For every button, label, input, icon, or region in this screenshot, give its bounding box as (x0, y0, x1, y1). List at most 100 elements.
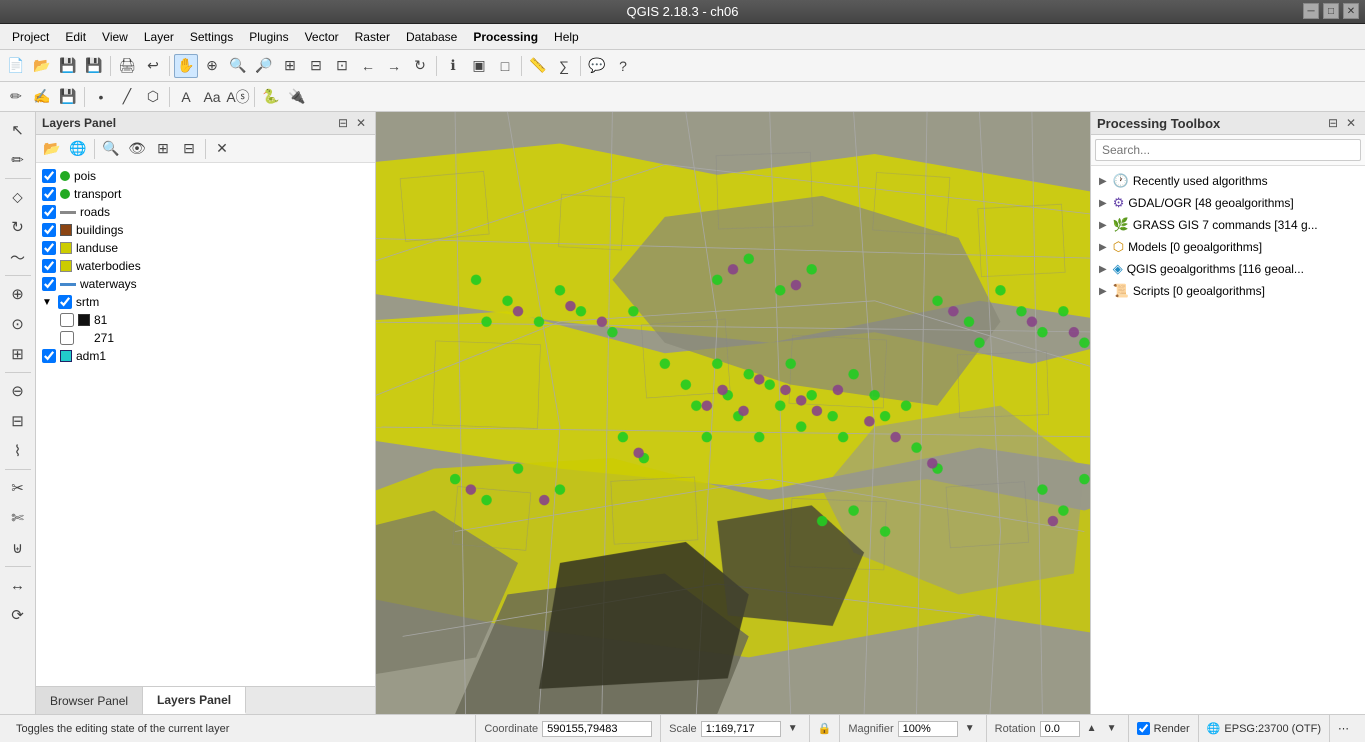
layer-item-pois[interactable]: pois (36, 167, 375, 185)
layer-item-buildings[interactable]: buildings (36, 221, 375, 239)
point-btn[interactable]: • (89, 85, 113, 109)
tab-layers[interactable]: Layers Panel (143, 687, 246, 714)
render-checkbox[interactable] (1137, 722, 1150, 735)
layer-item-transport[interactable]: transport (36, 185, 375, 203)
python-btn[interactable]: 🐍 (259, 85, 283, 109)
print-btn[interactable]: 🖨 (115, 54, 139, 78)
layer-visibility-btn[interactable]: 👁 (125, 137, 149, 161)
proc-item-models[interactable]: ▶ ⬡ Models [0 geoalgorithms] (1091, 236, 1365, 258)
proc-item-gdal[interactable]: ▶ ⚙ GDAL/OGR [48 geoalgorithms] (1091, 192, 1365, 214)
split-parts-tool[interactable]: ✄ (4, 504, 32, 532)
options-icon[interactable]: ⋯ (1338, 722, 1349, 735)
layer-check-271[interactable] (60, 331, 74, 345)
deselect-btn[interactable]: □ (493, 54, 517, 78)
layers-close-btn[interactable]: ✕ (353, 115, 369, 131)
open-project-btn[interactable]: 📂 (30, 54, 54, 78)
layer-check-buildings[interactable] (42, 223, 56, 237)
tab-browser[interactable]: Browser Panel (36, 687, 143, 714)
magnifier-input[interactable] (898, 721, 958, 737)
menu-view[interactable]: View (94, 27, 136, 47)
layer-item-adm1[interactable]: adm1 (36, 347, 375, 365)
rotation-up-btn[interactable]: ▲ (1084, 721, 1100, 737)
magnifier-dropdown-btn[interactable]: ▼ (962, 721, 978, 737)
zoom-full-btn[interactable]: ⊞ (278, 54, 302, 78)
simplify-tool[interactable]: 〜 (4, 243, 32, 271)
label2-btn[interactable]: Aa (200, 85, 224, 109)
layer-check-srtm[interactable] (58, 295, 72, 309)
layer-item-landuse[interactable]: landuse (36, 239, 375, 257)
rotate-tool[interactable]: ↻ (4, 213, 32, 241)
split-features-tool[interactable]: ✂ (4, 474, 32, 502)
node-tool[interactable]: ⬦ (4, 183, 32, 211)
processing-float-btn[interactable]: ⊟ (1325, 115, 1341, 131)
menu-database[interactable]: Database (398, 27, 465, 47)
menu-vector[interactable]: Vector (297, 27, 347, 47)
processing-close-btn[interactable]: ✕ (1343, 115, 1359, 131)
save-as-btn[interactable]: 💾 (82, 54, 106, 78)
add-part-tool[interactable]: ⊞ (4, 340, 32, 368)
merge-tool[interactable]: ⊎ (4, 534, 32, 562)
save-project-btn[interactable]: 💾 (56, 54, 80, 78)
layer-item-srtm[interactable]: ▼ srtm (36, 293, 375, 311)
save-edits-btn[interactable]: 💾 (56, 85, 80, 109)
map-area[interactable] (376, 112, 1090, 714)
menu-settings[interactable]: Settings (182, 27, 241, 47)
plugin-btn[interactable]: 🔌 (285, 85, 309, 109)
menu-plugins[interactable]: Plugins (241, 27, 296, 47)
menu-edit[interactable]: Edit (57, 27, 94, 47)
layer-check-81[interactable] (60, 313, 74, 327)
srtm-collapse-arrow[interactable]: ▼ (42, 297, 52, 308)
polygon-btn[interactable]: ⬡ (141, 85, 165, 109)
reshape-tool[interactable]: ⌇ (4, 437, 32, 465)
remove-layer-btn[interactable]: ✕ (210, 137, 234, 161)
layer-item-waterways[interactable]: waterways (36, 275, 375, 293)
menu-processing[interactable]: Processing (465, 27, 546, 47)
zoom-out-btn[interactable]: 🔎 (252, 54, 276, 78)
scale-input[interactable] (701, 721, 781, 737)
proc-item-grass[interactable]: ▶ 🌿 GRASS GIS 7 commands [314 g... (1091, 214, 1365, 236)
label-btn[interactable]: A (174, 85, 198, 109)
undo-btn[interactable]: ↩ (141, 54, 165, 78)
proc-item-recently-used[interactable]: ▶ 🕐 Recently used algorithms (1091, 170, 1365, 192)
layer-check-adm1[interactable] (42, 349, 56, 363)
edit-tool[interactable]: ✏ (4, 146, 32, 174)
status-options-section[interactable]: ⋯ (1330, 715, 1357, 742)
maximize-button[interactable]: □ (1323, 3, 1339, 19)
rotation-input[interactable] (1040, 721, 1080, 737)
menu-raster[interactable]: Raster (347, 27, 398, 47)
pan-to-selection-btn[interactable]: ⊕ (200, 54, 224, 78)
scale-dropdown-btn[interactable]: ▼ (785, 721, 801, 737)
fill-ring-tool[interactable]: ⊙ (4, 310, 32, 338)
layer-check-roads[interactable] (42, 205, 56, 219)
offset-tool[interactable]: ↔ (4, 571, 32, 599)
select-btn[interactable]: ▣ (467, 54, 491, 78)
delete-ring-tool[interactable]: ⊖ (4, 377, 32, 405)
zoom-last-btn[interactable]: ← (356, 54, 380, 78)
open-layer-btn[interactable]: 📂 (40, 137, 64, 161)
measure-btn[interactable]: 📏 (526, 54, 550, 78)
add-wms-btn[interactable]: 🌐 (66, 137, 90, 161)
line-btn[interactable]: ╱ (115, 85, 139, 109)
digitize-btn[interactable]: ✍ (30, 85, 54, 109)
menu-project[interactable]: Project (4, 27, 57, 47)
identify-btn[interactable]: ℹ (441, 54, 465, 78)
proc-item-qgis[interactable]: ▶ ◈ QGIS geoalgorithms [116 geoal... (1091, 258, 1365, 280)
rotation-down-btn[interactable]: ▼ (1104, 721, 1120, 737)
new-project-btn[interactable]: 📄 (4, 54, 28, 78)
layer-check-pois[interactable] (42, 169, 56, 183)
select-tool[interactable]: ↖ (4, 116, 32, 144)
layers-float-btn[interactable]: ⊟ (335, 115, 351, 131)
layer-item-waterbodies[interactable]: waterbodies (36, 257, 375, 275)
label3-btn[interactable]: Aⓢ (226, 85, 250, 109)
layer-item-roads[interactable]: roads (36, 203, 375, 221)
zoom-selected-btn[interactable]: ⊟ (304, 54, 328, 78)
stats-btn[interactable]: ∑ (552, 54, 576, 78)
tips-btn[interactable]: 💬 (585, 54, 609, 78)
coordinate-input[interactable] (542, 721, 652, 737)
filter-layers-btn[interactable]: 🔍 (99, 137, 123, 161)
layer-check-transport[interactable] (42, 187, 56, 201)
layer-item-271[interactable]: 271 (36, 329, 375, 347)
menu-layer[interactable]: Layer (136, 27, 182, 47)
menu-help[interactable]: Help (546, 27, 587, 47)
processing-search-input[interactable] (1095, 139, 1361, 161)
